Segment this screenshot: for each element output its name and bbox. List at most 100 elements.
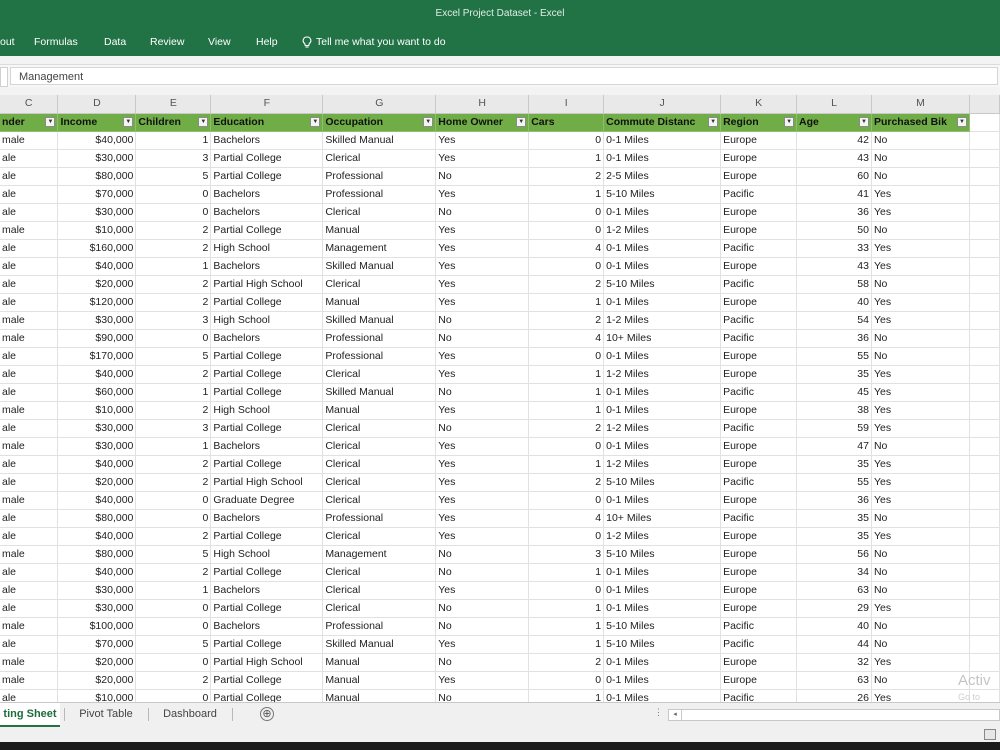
cell-region[interactable]: Europe	[720, 221, 798, 240]
cell-home-owner[interactable]: Yes	[435, 635, 530, 654]
cell-region[interactable]: Pacific	[720, 473, 798, 492]
cell-commute-distance[interactable]: 0-1 Miles	[603, 599, 722, 618]
cell-income[interactable]: $120,000	[57, 293, 137, 312]
cell-home-owner[interactable]: Yes	[435, 347, 530, 366]
empty-cell[interactable]	[969, 257, 1000, 276]
cell-home-owner[interactable]: No	[435, 311, 530, 330]
cell-age[interactable]: 63	[796, 581, 872, 600]
cell-cars[interactable]: 1	[528, 689, 605, 702]
cell-education[interactable]: High School	[210, 401, 324, 420]
cell-income[interactable]: $20,000	[57, 653, 137, 672]
cell-education[interactable]: High School	[210, 311, 324, 330]
cell-occupation[interactable]: Skilled Manual	[322, 131, 437, 150]
column-letter-empty[interactable]	[969, 95, 1000, 114]
cell-home-owner[interactable]: No	[435, 545, 530, 564]
cell-gender[interactable]: male	[0, 671, 59, 690]
cell-income[interactable]: $10,000	[57, 221, 137, 240]
cell-purchased-bike[interactable]: No	[871, 545, 970, 564]
cell-commute-distance[interactable]: 0-1 Miles	[603, 131, 722, 150]
cell-commute-distance[interactable]: 5-10 Miles	[603, 185, 722, 204]
cell-region[interactable]: Europe	[720, 491, 798, 510]
cell-home-owner[interactable]: Yes	[435, 671, 530, 690]
empty-cell[interactable]	[969, 473, 1000, 492]
cell-gender[interactable]: ale	[0, 275, 59, 294]
cell-gender[interactable]: ale	[0, 473, 59, 492]
empty-cell[interactable]	[969, 185, 1000, 204]
cell-children[interactable]: 2	[135, 293, 212, 312]
cell-occupation[interactable]: Clerical	[322, 149, 437, 168]
cell-home-owner[interactable]: Yes	[435, 527, 530, 546]
tab-layout[interactable]: out	[0, 28, 15, 56]
cell-gender[interactable]: ale	[0, 293, 59, 312]
cell-children[interactable]: 3	[135, 419, 212, 438]
cell-occupation[interactable]: Skilled Manual	[322, 311, 437, 330]
cell-commute-distance[interactable]: 0-1 Miles	[603, 689, 722, 702]
cell-income[interactable]: $70,000	[57, 635, 137, 654]
cell-purchased-bike[interactable]: Yes	[871, 383, 970, 402]
cell-commute-distance[interactable]: 0-1 Miles	[603, 401, 722, 420]
cell-purchased-bike[interactable]: No	[871, 167, 970, 186]
column-letter[interactable]: M	[871, 95, 970, 114]
cell-income[interactable]: $70,000	[57, 185, 137, 204]
column-letter[interactable]: E	[135, 95, 212, 114]
cell-cars[interactable]: 1	[528, 563, 605, 582]
cell-age[interactable]: 63	[796, 671, 872, 690]
cell-region[interactable]: Pacific	[720, 617, 798, 636]
cell-purchased-bike[interactable]: Yes	[871, 185, 970, 204]
empty-cell[interactable]	[969, 329, 1000, 348]
cell-home-owner[interactable]: No	[435, 689, 530, 702]
cell-home-owner[interactable]: Yes	[435, 581, 530, 600]
cell-cars[interactable]: 0	[528, 491, 605, 510]
cell-cars[interactable]: 1	[528, 383, 605, 402]
cell-region[interactable]: Europe	[720, 563, 798, 582]
cell-income[interactable]: $40,000	[57, 131, 137, 150]
cell-children[interactable]: 0	[135, 653, 212, 672]
cell-region[interactable]: Pacific	[720, 185, 798, 204]
empty-cell[interactable]	[969, 653, 1000, 672]
cell-purchased-bike[interactable]: No	[871, 149, 970, 168]
cell-home-owner[interactable]: No	[435, 599, 530, 618]
column-letter[interactable]: F	[210, 95, 324, 114]
cell-gender[interactable]: male	[0, 545, 59, 564]
sheet-tab-dashboard[interactable]: Dashboard	[150, 703, 230, 725]
cell-income[interactable]: $60,000	[57, 383, 137, 402]
cell-occupation[interactable]: Clerical	[322, 275, 437, 294]
cell-commute-distance[interactable]: 0-1 Miles	[603, 563, 722, 582]
cell-children[interactable]: 1	[135, 437, 212, 456]
cell-education[interactable]: Partial High School	[210, 275, 324, 294]
cell-home-owner[interactable]: No	[435, 653, 530, 672]
tab-review[interactable]: Review	[150, 28, 184, 56]
cell-gender[interactable]: ale	[0, 347, 59, 366]
cell-region[interactable]: Europe	[720, 293, 798, 312]
cell-region[interactable]: Europe	[720, 149, 798, 168]
cell-education[interactable]: Partial College	[210, 167, 324, 186]
cell-gender[interactable]: male	[0, 653, 59, 672]
cell-education[interactable]: Bachelors	[210, 437, 324, 456]
empty-cell[interactable]	[969, 275, 1000, 294]
cell-commute-distance[interactable]: 0-1 Miles	[603, 239, 722, 258]
cell-commute-distance[interactable]: 0-1 Miles	[603, 203, 722, 222]
cell-occupation[interactable]: Clerical	[322, 581, 437, 600]
cell-education[interactable]: Partial College	[210, 347, 324, 366]
cell-income[interactable]: $80,000	[57, 509, 137, 528]
cell-purchased-bike[interactable]: No	[871, 671, 970, 690]
cell-gender[interactable]: male	[0, 131, 59, 150]
cell-income[interactable]: $170,000	[57, 347, 137, 366]
cell-income[interactable]: $30,000	[57, 311, 137, 330]
cell-children[interactable]: 5	[135, 167, 212, 186]
cell-region[interactable]: Pacific	[720, 239, 798, 258]
column-letter[interactable]: G	[322, 95, 437, 114]
cell-cars[interactable]: 0	[528, 257, 605, 276]
cell-children[interactable]: 0	[135, 617, 212, 636]
column-letter[interactable]: C	[0, 95, 59, 114]
cell-region[interactable]: Europe	[720, 599, 798, 618]
cell-income[interactable]: $40,000	[57, 527, 137, 546]
cell-children[interactable]: 0	[135, 491, 212, 510]
cell-income[interactable]: $30,000	[57, 203, 137, 222]
column-letter[interactable]: K	[720, 95, 798, 114]
cell-income[interactable]: $40,000	[57, 491, 137, 510]
cell-education[interactable]: Partial College	[210, 365, 324, 384]
cell-commute-distance[interactable]: 1-2 Miles	[603, 311, 722, 330]
filter-dropdown-icon[interactable]: ▼	[123, 116, 134, 127]
cell-education[interactable]: High School	[210, 239, 324, 258]
